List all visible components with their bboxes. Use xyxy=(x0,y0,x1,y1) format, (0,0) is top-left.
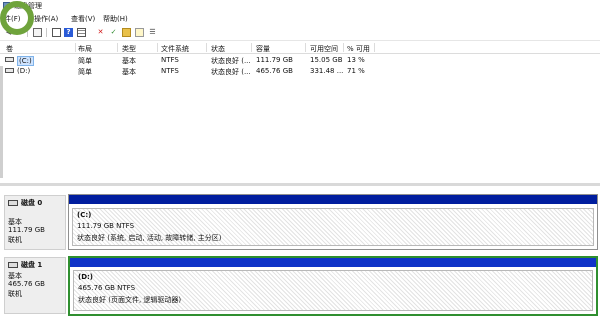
open-folder-icon[interactable] xyxy=(122,28,131,37)
col-capacity[interactable]: 容量 xyxy=(256,44,270,54)
disk-size: 111.79 GB xyxy=(8,226,45,234)
new-document-icon[interactable] xyxy=(135,28,144,37)
refresh-list-icon[interactable]: ☰ xyxy=(148,28,157,37)
left-scroll-strip xyxy=(0,66,3,178)
disk-0-info[interactable]: 磁盘 0 基本 111.79 GB 联机 xyxy=(4,195,66,250)
menu-view[interactable]: 查看(V) xyxy=(71,14,95,24)
grid-view-icon[interactable] xyxy=(77,28,86,37)
disk-icon xyxy=(8,200,18,206)
partition-body: (D:) 465.76 GB NTFS 状态良好 (页面文件, 逻辑驱动器) xyxy=(73,270,593,311)
cell-volume: (D:) xyxy=(17,67,31,75)
cell-filesystem: NTFS xyxy=(161,56,179,64)
volume-list-header: 卷 布局 类型 文件系统 状态 容量 可用空间 % 可用 xyxy=(0,42,600,54)
col-layout[interactable]: 布局 xyxy=(78,44,92,54)
partition-size-fs: 465.76 GB NTFS xyxy=(78,284,136,292)
volume-icon xyxy=(5,68,14,73)
disk-name: 磁盘 1 xyxy=(8,260,42,270)
disk-name: 磁盘 0 xyxy=(8,198,42,208)
volume-icon xyxy=(5,57,14,62)
check-icon[interactable]: ✓ xyxy=(109,28,118,37)
disk-name-label: 磁盘 0 xyxy=(21,199,43,207)
properties-icon[interactable] xyxy=(52,28,61,37)
disk-1-info[interactable]: 磁盘 1 基本 465.76 GB 联机 xyxy=(4,257,66,314)
disk-status: 联机 xyxy=(8,236,22,244)
highlight-ring xyxy=(0,1,34,35)
col-type[interactable]: 类型 xyxy=(122,44,136,54)
cell-capacity: 465.76 GB xyxy=(256,67,293,75)
cell-status: 状态良好 (... xyxy=(211,68,251,76)
partition-c[interactable]: (C:) 111.79 GB NTFS 状态良好 (系统, 启动, 活动, 故障… xyxy=(68,194,598,250)
cell-free-space: 15.05 GB xyxy=(310,56,343,64)
partition-header-bar xyxy=(69,195,597,204)
col-volume[interactable]: 卷 xyxy=(6,44,13,54)
partition-status: 状态良好 (系统, 启动, 活动, 故障转储, 主分区) xyxy=(77,234,222,242)
column-divider[interactable] xyxy=(117,43,118,52)
partition-body: (C:) 111.79 GB NTFS 状态良好 (系统, 启动, 活动, 故障… xyxy=(72,208,594,246)
column-divider[interactable] xyxy=(251,43,252,52)
partition-label: (D:) xyxy=(78,273,94,281)
menu-bar: 件(F) 操作(A) 查看(V) 帮助(H) xyxy=(0,12,600,25)
column-divider[interactable] xyxy=(305,43,306,52)
partition-d[interactable]: (D:) 465.76 GB NTFS 状态良好 (页面文件, 逻辑驱动器) xyxy=(68,256,598,316)
col-filesystem[interactable]: 文件系统 xyxy=(161,44,189,54)
partition-header-bar xyxy=(70,258,596,267)
col-status[interactable]: 状态 xyxy=(211,44,225,54)
disk-name-label: 磁盘 1 xyxy=(21,261,43,269)
menu-help[interactable]: 帮助(H) xyxy=(103,14,128,24)
column-divider[interactable] xyxy=(157,43,158,52)
column-divider[interactable] xyxy=(206,43,207,52)
console-tree-icon[interactable] xyxy=(33,28,42,37)
column-divider[interactable] xyxy=(343,43,344,52)
cell-free-space: 331.48 ... xyxy=(310,67,344,75)
cell-filesystem: NTFS xyxy=(161,67,179,75)
partition-size-fs: 111.79 GB NTFS xyxy=(77,222,135,230)
cell-layout: 简单 xyxy=(78,68,92,76)
toolbar-separator xyxy=(46,28,47,37)
disk-size: 465.76 GB xyxy=(8,280,45,288)
table-row[interactable]: (C:) 简单 基本 NTFS 状态良好 (... 111.79 GB 15.0… xyxy=(0,54,600,66)
volume-list: 卷 布局 类型 文件系统 状态 容量 可用空间 % 可用 (C:) 简单 基本 … xyxy=(0,42,600,76)
col-percent-free[interactable]: % 可用 xyxy=(347,44,370,54)
toolbar: ◀ ▶ ? ✕ ✓ ☰ xyxy=(0,25,600,41)
cell-capacity: 111.79 GB xyxy=(256,56,293,64)
table-row[interactable]: (D:) 简单 基本 NTFS 状态良好 (... 465.76 GB 331.… xyxy=(0,65,600,76)
column-divider[interactable] xyxy=(75,43,76,52)
cell-percent-free: 13 % xyxy=(347,56,365,64)
disk-status: 联机 xyxy=(8,290,22,298)
column-divider[interactable] xyxy=(374,43,375,52)
partition-label: (C:) xyxy=(77,211,92,219)
col-free-space[interactable]: 可用空间 xyxy=(310,44,338,54)
menu-action[interactable]: 操作(A) xyxy=(34,14,58,24)
disk-icon xyxy=(8,262,18,268)
cell-percent-free: 71 % xyxy=(347,67,365,75)
title-bar: 磁盘管理 xyxy=(0,0,600,12)
partition-status: 状态良好 (页面文件, 逻辑驱动器) xyxy=(78,296,182,304)
disk-graph-pane: 磁盘 0 基本 111.79 GB 联机 (C:) 111.79 GB NTFS… xyxy=(0,186,600,319)
delete-icon[interactable]: ✕ xyxy=(96,28,105,37)
cell-type: 基本 xyxy=(122,68,136,76)
help-icon[interactable]: ? xyxy=(64,28,73,37)
